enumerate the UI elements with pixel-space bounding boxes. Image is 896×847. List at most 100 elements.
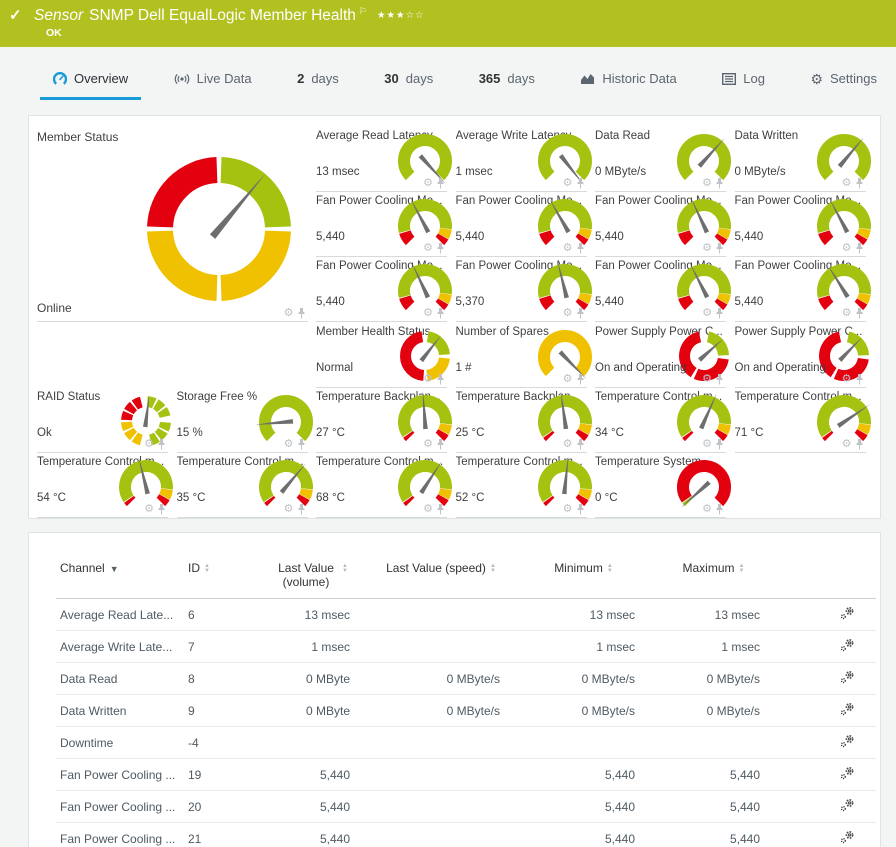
channel-settings-icon[interactable] [840,766,855,780]
channel-name[interactable]: Average Read Late... [56,599,184,631]
priority-flag-icon[interactable]: ⚐ [359,6,367,16]
gear-icon[interactable]: ⚙ [842,244,852,253]
channel-name[interactable]: Downtime [56,727,184,759]
gauge-member-health-status[interactable]: Member Health StatusNormal⚙ [316,326,447,388]
pin-icon[interactable] [576,308,585,319]
pin-icon[interactable] [157,504,166,515]
channel-settings-icon[interactable] [840,734,855,748]
gear-icon[interactable]: ⚙ [702,179,712,188]
tab-historic-data[interactable]: Historic Data [567,62,689,100]
gauge-data-written[interactable]: Data Written0 MByte/s⚙ [735,130,866,192]
gauge-data-read[interactable]: Data Read0 MByte/s⚙ [595,130,726,192]
pin-icon[interactable] [436,308,445,319]
gauge-storage-free[interactable]: Storage Free %15 %⚙ [177,391,308,453]
tab-overview[interactable]: Overview [40,62,141,100]
column-header-max[interactable]: Maximum▲▼ [651,557,776,599]
gear-icon[interactable]: ⚙ [144,440,154,449]
channel-name[interactable]: Fan Power Cooling ... [56,823,184,847]
gear-icon[interactable]: ⚙ [284,440,294,449]
gear-icon[interactable]: ⚙ [144,505,154,514]
channel-settings-icon[interactable] [840,830,855,844]
gauge-fan-1[interactable]: Fan Power Cooling Mo...5,440⚙ [316,195,447,257]
column-header-min[interactable]: Minimum▲▼ [516,557,651,599]
gauge-avg-read-latency[interactable]: Average Read Latency13 msec⚙ [316,130,447,192]
gear-icon[interactable]: ⚙ [702,244,712,253]
gauge-temp-backplane-2[interactable]: Temperature Backplan...25 °C⚙ [456,391,587,453]
gear-icon[interactable]: ⚙ [702,309,712,318]
gear-icon[interactable]: ⚙ [563,179,573,188]
gear-icon[interactable]: ⚙ [423,179,433,188]
pin-icon[interactable] [715,504,724,515]
gauge-temp-control-1[interactable]: Temperature Control m...34 °C⚙ [595,391,726,453]
star-rating[interactable]: ★★★☆☆ [377,10,425,21]
gear-icon[interactable]: ⚙ [702,375,712,384]
tab-settings[interactable]: ⚙Settings [797,62,890,100]
gauge-avg-write-latency[interactable]: Average Write Latency1 msec⚙ [456,130,587,192]
pin-icon[interactable] [436,439,445,450]
gauge-temp-control-6[interactable]: Temperature Control m...52 °C⚙ [456,456,587,518]
gauge-temp-system[interactable]: Temperature System0 °C⚙ [595,456,726,518]
gear-icon[interactable]: ⚙ [284,309,294,318]
gear-icon[interactable]: ⚙ [702,440,712,449]
gauge-temp-control-5[interactable]: Temperature Control m...68 °C⚙ [316,456,447,518]
column-header-channel[interactable]: Channel▼ [56,557,184,599]
channel-settings-icon[interactable] [840,798,855,812]
channel-settings-icon[interactable] [840,670,855,684]
gear-icon[interactable]: ⚙ [842,440,852,449]
pin-icon[interactable] [157,439,166,450]
gear-icon[interactable]: ⚙ [842,309,852,318]
pin-icon[interactable] [715,243,724,254]
gauge-number-of-spares[interactable]: Number of Spares1 #⚙ [456,326,587,388]
channel-settings-icon[interactable] [840,638,855,652]
gauge-member-status[interactable]: Member StatusOnline⚙ [37,130,308,322]
pin-icon[interactable] [715,439,724,450]
channel-name[interactable]: Data Read [56,663,184,695]
gauge-power-supply-1[interactable]: Power Supply Power C...On and Operating⚙ [595,326,726,388]
pin-icon[interactable] [576,178,585,189]
gear-icon[interactable]: ⚙ [842,179,852,188]
gear-icon[interactable]: ⚙ [563,505,573,514]
gauge-temp-control-3[interactable]: Temperature Control m...54 °C⚙ [37,456,168,518]
gear-icon[interactable]: ⚙ [423,244,433,253]
pin-icon[interactable] [855,439,864,450]
column-header-vol[interactable]: Last Value (volume)▲▼ [256,557,366,599]
gauge-fan-7[interactable]: Fan Power Cooling Mo...5,440⚙ [595,260,726,322]
pin-icon[interactable] [576,243,585,254]
channel-name[interactable]: Average Write Late... [56,631,184,663]
gauge-temp-control-4[interactable]: Temperature Control m...35 °C⚙ [177,456,308,518]
gear-icon[interactable]: ⚙ [842,375,852,384]
pin-icon[interactable] [436,178,445,189]
gauge-temp-backplane-1[interactable]: Temperature Backplan...27 °C⚙ [316,391,447,453]
gauge-fan-8[interactable]: Fan Power Cooling Mo...5,440⚙ [735,260,866,322]
pin-icon[interactable] [715,178,724,189]
channel-settings-icon[interactable] [840,606,855,620]
channel-name[interactable]: Data Written [56,695,184,727]
pin-icon[interactable] [855,374,864,385]
pin-icon[interactable] [576,439,585,450]
gear-icon[interactable]: ⚙ [563,309,573,318]
pin-icon[interactable] [297,308,306,319]
gear-icon[interactable]: ⚙ [423,375,433,384]
gauge-temp-control-2[interactable]: Temperature Control m...71 °C⚙ [735,391,866,453]
gear-icon[interactable]: ⚙ [702,505,712,514]
gear-icon[interactable]: ⚙ [563,244,573,253]
gear-icon[interactable]: ⚙ [563,375,573,384]
gear-icon[interactable]: ⚙ [563,440,573,449]
channel-settings-icon[interactable] [840,702,855,716]
pin-icon[interactable] [855,243,864,254]
column-header-id[interactable]: ID▲▼ [184,557,256,599]
pin-icon[interactable] [576,504,585,515]
pin-icon[interactable] [436,243,445,254]
gear-icon[interactable]: ⚙ [423,440,433,449]
gear-icon[interactable]: ⚙ [284,505,294,514]
gauge-fan-3[interactable]: Fan Power Cooling Mo...5,440⚙ [595,195,726,257]
pin-icon[interactable] [436,504,445,515]
gear-icon[interactable]: ⚙ [423,309,433,318]
tab-365-days[interactable]: 365days [466,62,548,100]
tab-30-days[interactable]: 30days [371,62,446,100]
pin-icon[interactable] [715,308,724,319]
channel-name[interactable]: Fan Power Cooling ... [56,791,184,823]
tab-log[interactable]: Log [709,62,778,100]
pin-icon[interactable] [297,439,306,450]
gear-icon[interactable]: ⚙ [423,505,433,514]
